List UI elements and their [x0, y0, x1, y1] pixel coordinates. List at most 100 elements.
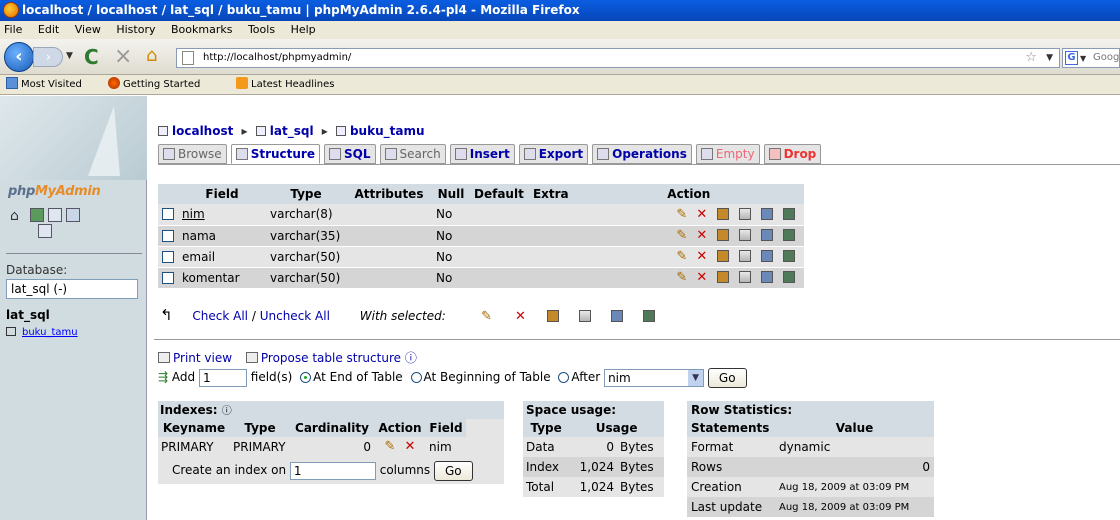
sql-docs-icon[interactable]: [38, 224, 52, 238]
index-icon[interactable]: [738, 271, 751, 283]
print-view-link[interactable]: Print view: [158, 351, 232, 365]
row-checkbox[interactable]: [162, 229, 174, 242]
bookmark-star-icon[interactable]: ☆: [1025, 49, 1037, 67]
tab-drop[interactable]: Drop: [763, 144, 822, 164]
space-unit: Bytes: [617, 477, 664, 497]
row-checkbox[interactable]: [162, 208, 174, 221]
primary-key-icon[interactable]: [716, 271, 729, 283]
delete-icon[interactable]: ✕: [695, 249, 709, 264]
bulk-fulltext-icon[interactable]: [642, 310, 655, 322]
menu-history[interactable]: History: [116, 23, 155, 36]
database-name[interactable]: lat_sql: [6, 308, 50, 322]
section-divider: [154, 339, 1120, 340]
bulk-delete-icon[interactable]: ✕: [513, 309, 527, 324]
tab-sql[interactable]: SQL: [324, 144, 376, 164]
delete-icon[interactable]: ✕: [403, 439, 417, 454]
fulltext-icon[interactable]: [782, 229, 795, 241]
index-go-button[interactable]: Go: [433, 460, 473, 481]
home-icon[interactable]: ⌂: [146, 45, 157, 66]
menu-edit[interactable]: Edit: [38, 23, 59, 36]
phpmyadmin-logo[interactable]: phpMyAdmin: [8, 184, 101, 199]
add-count-input[interactable]: 1: [198, 368, 247, 387]
google-icon[interactable]: G: [1065, 51, 1078, 65]
url-bar[interactable]: http://localhost/phpmyadmin/ ☆ ▼: [176, 48, 1060, 68]
reload-icon[interactable]: C: [84, 45, 99, 69]
tab-search[interactable]: Search: [379, 144, 446, 164]
breadcrumb-database[interactable]: lat_sql: [270, 124, 314, 138]
back-button[interactable]: ‹: [4, 42, 34, 72]
primary-key-icon[interactable]: [716, 250, 729, 262]
after-field-select[interactable]: nim ▼: [604, 368, 705, 387]
menu-tools[interactable]: Tools: [248, 23, 275, 36]
home-icon[interactable]: ⌂: [10, 208, 19, 224]
menu-view[interactable]: View: [75, 23, 101, 36]
unique-icon[interactable]: [760, 250, 773, 262]
rowstats-title: Row Statistics:: [687, 401, 934, 419]
search-bar[interactable]: G ▼ Google: [1062, 48, 1120, 68]
tab-operations[interactable]: Operations: [592, 144, 692, 164]
bulk-edit-icon[interactable]: ✎: [480, 309, 494, 324]
history-dropdown-icon[interactable]: ▼: [66, 51, 73, 61]
tab-browse[interactable]: Browse: [158, 144, 227, 164]
space-unit: Bytes: [617, 457, 664, 477]
sidebar-table-link[interactable]: buku_tamu: [6, 327, 78, 338]
index-columns-input[interactable]: 1: [289, 461, 376, 480]
sql-query-icon[interactable]: [48, 208, 62, 222]
exit-icon[interactable]: [30, 208, 44, 222]
edit-icon[interactable]: ✎: [675, 249, 689, 264]
index-icon[interactable]: [738, 229, 751, 241]
bookmark-latest-headlines[interactable]: Latest Headlines: [236, 75, 335, 95]
uncheck-all-link[interactable]: Uncheck All: [260, 309, 330, 323]
tab-structure[interactable]: Structure: [230, 144, 320, 164]
edit-icon[interactable]: ✎: [675, 270, 689, 285]
url-dropdown-icon[interactable]: ▼: [1046, 49, 1053, 67]
primary-key-icon[interactable]: [716, 207, 729, 220]
breadcrumb-table[interactable]: buku_tamu: [350, 124, 425, 138]
primary-key-icon[interactable]: [716, 229, 729, 241]
pma-main-frame: localhost ▸ lat_sql ▸ buku_tamu Browse St…: [148, 96, 1120, 520]
row-checkbox[interactable]: [162, 250, 174, 263]
tab-export[interactable]: Export: [518, 144, 589, 164]
row-checkbox[interactable]: [162, 271, 174, 284]
edit-icon[interactable]: ✎: [383, 439, 397, 454]
check-all-link[interactable]: Check All: [192, 309, 248, 323]
stop-icon[interactable]: ×: [114, 44, 132, 69]
bulk-unique-icon[interactable]: [610, 310, 623, 322]
tab-empty[interactable]: Empty: [695, 144, 760, 164]
bulk-primary-icon[interactable]: [547, 310, 560, 322]
edit-icon[interactable]: ✎: [675, 207, 689, 222]
space-value: 0: [569, 437, 617, 457]
menu-bookmarks[interactable]: Bookmarks: [171, 23, 232, 36]
unique-icon[interactable]: [760, 271, 773, 283]
help-icon[interactable]: ⓘ: [405, 351, 417, 365]
radio-beginning-of-table[interactable]: [410, 372, 422, 383]
forward-button[interactable]: ›: [33, 47, 63, 67]
propose-structure-link[interactable]: Propose table structure ⓘ: [245, 351, 417, 365]
tab-insert[interactable]: Insert: [449, 144, 515, 164]
menu-file[interactable]: File: [4, 23, 22, 36]
radio-end-of-table[interactable]: [300, 372, 312, 383]
delete-icon[interactable]: ✕: [695, 228, 709, 243]
bookmark-getting-started[interactable]: Getting Started: [108, 75, 200, 95]
bookmark-most-visited[interactable]: Most Visited: [6, 75, 82, 95]
bulk-index-icon[interactable]: [579, 310, 592, 322]
unique-icon[interactable]: [760, 207, 773, 220]
help-icon[interactable]: [66, 208, 80, 222]
breadcrumb-server[interactable]: localhost: [172, 124, 233, 138]
help-icon[interactable]: ⓘ: [222, 406, 232, 417]
delete-icon[interactable]: ✕: [695, 207, 709, 222]
edit-icon[interactable]: ✎: [675, 228, 689, 243]
radio-after[interactable]: [558, 372, 570, 383]
database-select[interactable]: lat_sql (-): [6, 279, 138, 299]
fulltext-icon[interactable]: [782, 250, 795, 262]
search-engine-dropdown-icon[interactable]: ▼: [1080, 50, 1086, 68]
delete-icon[interactable]: ✕: [695, 270, 709, 285]
unique-icon[interactable]: [760, 229, 773, 241]
index-icon[interactable]: [738, 250, 751, 262]
col-type: Type: [266, 184, 346, 204]
fulltext-icon[interactable]: [782, 271, 795, 283]
menu-help[interactable]: Help: [291, 23, 316, 36]
add-go-button[interactable]: Go: [707, 367, 747, 388]
index-icon[interactable]: [738, 207, 751, 220]
fulltext-icon[interactable]: [782, 207, 795, 220]
